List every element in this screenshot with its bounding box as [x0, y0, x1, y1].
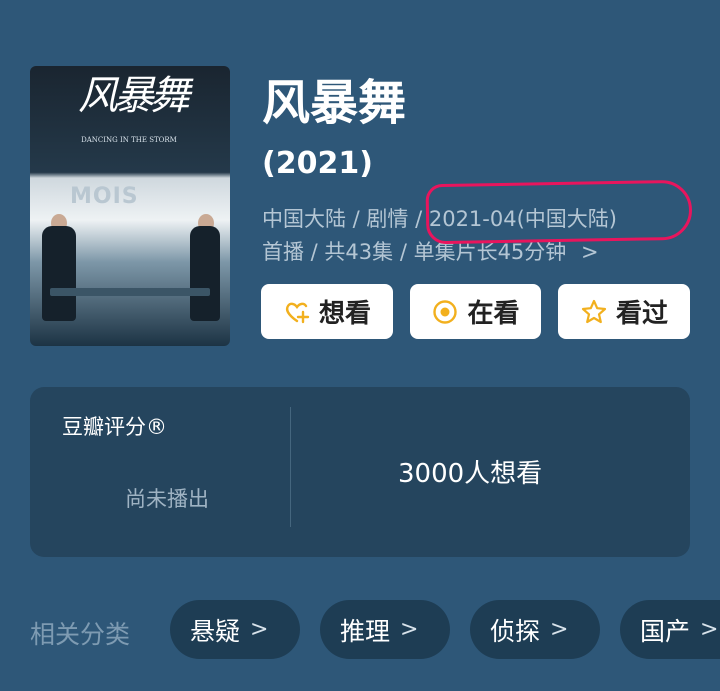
- watched-button[interactable]: 看过: [558, 284, 690, 339]
- meta-info-text: 首播 / 共43集 / 单集片长45分钟: [262, 240, 567, 264]
- rating-status: 尚未播出: [125, 487, 209, 511]
- want-count: 3000人想看: [398, 459, 543, 489]
- watched-label: 看过: [615, 299, 668, 329]
- poster-title-art: 风暴舞: [78, 73, 190, 119]
- want-to-watch-label: 想看: [318, 299, 371, 329]
- annotation-circle: [425, 179, 693, 245]
- poster-subtitle-art: DANCING IN THE STORM: [81, 136, 177, 144]
- poster-figure: [190, 226, 220, 321]
- tag-label: 国产: [640, 616, 691, 646]
- card-divider: [290, 407, 291, 527]
- target-circle-icon: [433, 299, 458, 324]
- tag-label: 推理: [340, 616, 391, 646]
- chevron-right-icon: >: [250, 617, 269, 642]
- release-year: (2021): [262, 146, 373, 181]
- tag-domestic[interactable]: 国产 >: [620, 600, 720, 659]
- rating-card[interactable]: 豆瓣评分® 尚未播出 3000人想看: [30, 387, 690, 557]
- poster-table: [50, 288, 210, 296]
- tag-label: 侦探: [490, 616, 541, 646]
- watching-button[interactable]: 在看: [410, 284, 541, 339]
- watching-label: 在看: [467, 299, 520, 329]
- tag-suspense[interactable]: 悬疑 >: [170, 600, 300, 659]
- chevron-right-icon: >: [580, 240, 599, 264]
- star-icon: [581, 299, 607, 323]
- chevron-right-icon: >: [700, 617, 719, 642]
- chevron-right-icon: >: [550, 617, 569, 642]
- tag-label: 悬疑: [190, 616, 241, 646]
- douban-rating-label: 豆瓣评分®: [62, 415, 167, 439]
- poster-figure: [42, 226, 76, 321]
- page-title: 风暴舞: [262, 75, 407, 131]
- poster-logo-art: MOIS: [70, 184, 139, 209]
- chevron-right-icon: >: [400, 617, 419, 642]
- related-categories-label: 相关分类: [30, 620, 131, 649]
- poster-image[interactable]: 风暴舞 DANCING IN THE STORM MOIS: [30, 66, 230, 346]
- tag-detective[interactable]: 侦探 >: [470, 600, 600, 659]
- tag-reasoning[interactable]: 推理 >: [320, 600, 450, 659]
- heart-plus-icon: [285, 302, 310, 323]
- want-to-watch-button[interactable]: 想看: [261, 284, 393, 339]
